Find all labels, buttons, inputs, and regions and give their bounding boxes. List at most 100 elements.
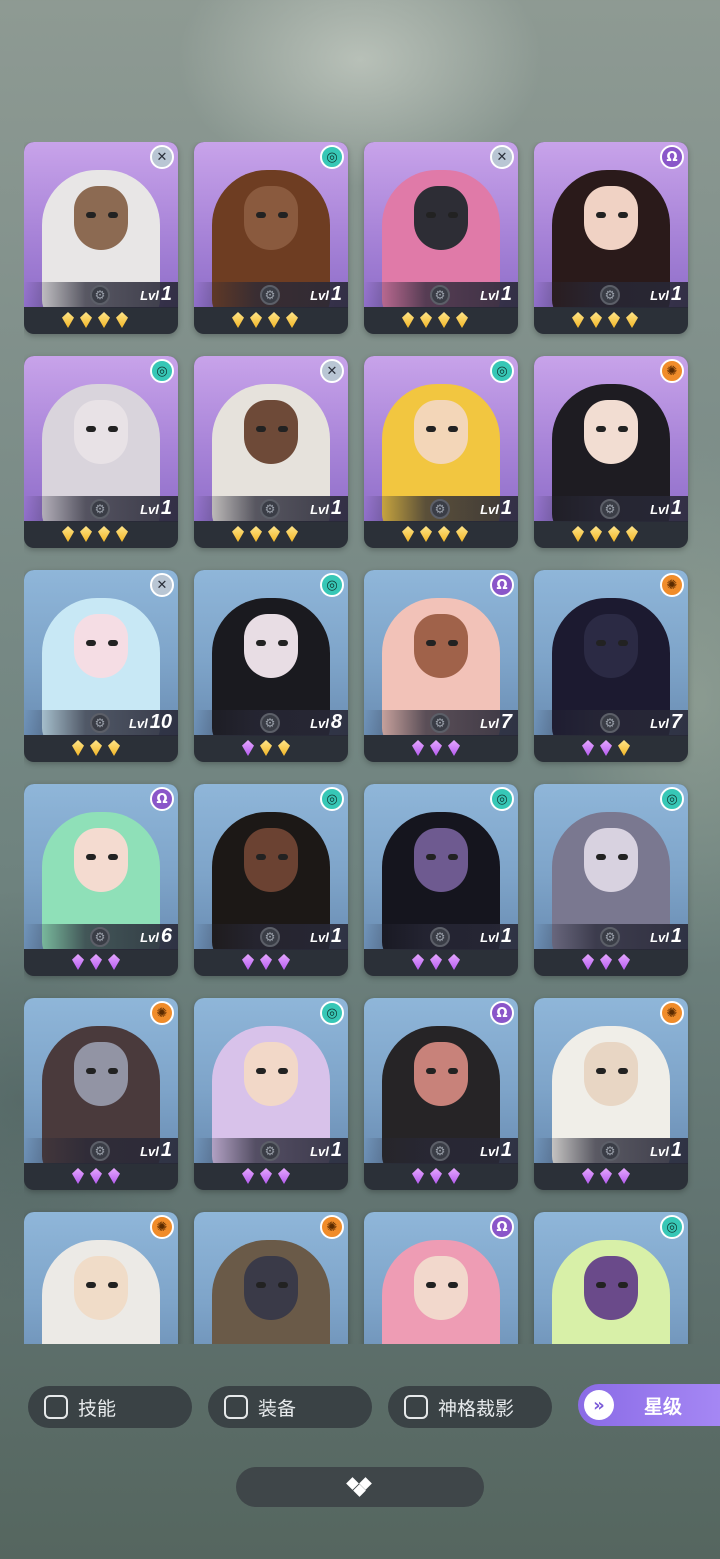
hero-eye [278, 1282, 288, 1288]
hero-card[interactable]: ✺ [194, 1212, 348, 1344]
gear-icon: ⚙ [90, 285, 110, 305]
gear-icon: ⚙ [430, 1141, 450, 1161]
hero-card[interactable]: ✕ ⚙ Lvl 10 [24, 570, 178, 762]
bottom-expand-bar[interactable] [236, 1467, 484, 1507]
star-rating [534, 1165, 688, 1187]
hero-level: Lvl 1 [650, 1139, 682, 1161]
omega-class-icon: Ω [490, 573, 514, 597]
hero-card[interactable]: ✕ ⚙ Lvl 1 [194, 356, 348, 548]
gear-icon: ⚙ [430, 713, 450, 733]
star-gem-icon [626, 312, 638, 328]
hero-eye [448, 426, 458, 432]
gear-icon: ⚙ [90, 927, 110, 947]
hero-eye [618, 426, 628, 432]
hero-face [584, 828, 638, 892]
hero-card[interactable]: ◎ ⚙ Lvl 1 [534, 784, 688, 976]
star-rating [194, 309, 348, 331]
diamond-cluster-icon [346, 1476, 374, 1498]
hero-face [414, 1042, 468, 1106]
hero-card[interactable]: ◎ ⚙ Lvl 1 [364, 356, 518, 548]
star-level-sort-button[interactable]: » 星级 [578, 1384, 720, 1426]
star-gem-icon [572, 312, 584, 328]
star-gem-icon [116, 312, 128, 328]
star-gem-icon [412, 954, 424, 970]
gear-icon: ⚙ [600, 285, 620, 305]
close-x-class-icon: ✕ [150, 573, 174, 597]
hero-eye [256, 1282, 266, 1288]
hero-card[interactable]: Ω ⚙ Lvl 6 [24, 784, 178, 976]
hero-eye [108, 426, 118, 432]
hero-card[interactable]: ◎ ⚙ Lvl 1 [364, 784, 518, 976]
hero-card[interactable]: ✺ [24, 1212, 178, 1344]
filter-equipment[interactable]: 装备 [208, 1386, 372, 1428]
checkbox-skill[interactable] [44, 1395, 68, 1419]
hero-eye [108, 640, 118, 646]
omega-class-icon: Ω [490, 1215, 514, 1239]
star-gem-icon [286, 312, 298, 328]
hero-card[interactable]: ✺ ⚙ Lvl 1 [24, 998, 178, 1190]
hero-eye [278, 212, 288, 218]
gear-icon: ⚙ [600, 927, 620, 947]
hero-level: Lvl 1 [480, 497, 512, 519]
filter-skill[interactable]: 技能 [28, 1386, 192, 1428]
star-gem-icon [62, 312, 74, 328]
hero-face [244, 1256, 298, 1320]
hero-face [74, 614, 128, 678]
hero-face [74, 186, 128, 250]
star-gem-icon [456, 312, 468, 328]
hero-face [74, 400, 128, 464]
hero-grid-viewport[interactable]: ✕ ⚙ Lvl 1 ◎ ⚙ Lvl 1 ✕ ⚙ Lvl 1 Ω ⚙ Lvl 1 ◎ ⚙ Lvl 1 ✕ ⚙ Lvl 1 ◎ ⚙ Lv… [24, 142, 696, 1344]
hero-card[interactable]: ◎ ⚙ Lvl 1 [194, 784, 348, 976]
gear-icon: ⚙ [600, 499, 620, 519]
hero-level: Lvl 1 [140, 283, 172, 305]
spiral-class-icon: ◎ [490, 787, 514, 811]
hero-eye [426, 854, 436, 860]
hero-card[interactable]: ◎ ⚙ Lvl 1 [194, 998, 348, 1190]
hero-card[interactable]: ✺ ⚙ Lvl 1 [534, 998, 688, 1190]
spiral-class-icon: ◎ [660, 787, 684, 811]
star-gem-icon [456, 526, 468, 542]
hero-card[interactable]: Ω ⚙ Lvl 1 [534, 142, 688, 334]
star-gem-icon [582, 740, 594, 756]
gear-icon: ⚙ [90, 499, 110, 519]
star-rating [364, 523, 518, 545]
checkbox-divine-projection[interactable] [404, 1395, 428, 1419]
hero-face [244, 614, 298, 678]
hero-card[interactable]: ◎ ⚙ Lvl 1 [24, 356, 178, 548]
hero-eye [596, 1068, 606, 1074]
hero-level: Lvl 7 [650, 711, 682, 733]
star-gem-icon [430, 954, 442, 970]
checkbox-equipment[interactable] [224, 1395, 248, 1419]
hero-card[interactable]: ◎ [534, 1212, 688, 1344]
hero-card[interactable]: ✺ ⚙ Lvl 1 [534, 356, 688, 548]
hero-face [244, 186, 298, 250]
gear-icon: ⚙ [90, 713, 110, 733]
hero-eye [426, 640, 436, 646]
filter-divine-projection[interactable]: 神格裁影 [388, 1386, 552, 1428]
star-gem-icon [572, 526, 584, 542]
star-gem-icon [600, 740, 612, 756]
star-rating [534, 523, 688, 545]
gear-icon: ⚙ [430, 499, 450, 519]
star-gem-icon [608, 526, 620, 542]
hero-level: Lvl 1 [480, 925, 512, 947]
star-gem-icon [618, 1168, 630, 1184]
star-gem-icon [242, 954, 254, 970]
star-gem-icon [250, 312, 262, 328]
hero-card[interactable]: ✕ ⚙ Lvl 1 [24, 142, 178, 334]
hero-face [584, 1042, 638, 1106]
hero-eye [596, 426, 606, 432]
hero-card[interactable]: ✺ ⚙ Lvl 7 [534, 570, 688, 762]
star-rating [24, 951, 178, 973]
hero-card[interactable]: Ω ⚙ Lvl 1 [364, 998, 518, 1190]
star-rating [364, 1165, 518, 1187]
hero-card[interactable]: ✕ ⚙ Lvl 1 [364, 142, 518, 334]
hero-level: Lvl 1 [650, 283, 682, 305]
hero-card[interactable]: ◎ ⚙ Lvl 1 [194, 142, 348, 334]
hero-eye [618, 854, 628, 860]
hero-card[interactable]: Ω [364, 1212, 518, 1344]
hero-card[interactable]: Ω ⚙ Lvl 7 [364, 570, 518, 762]
hero-card[interactable]: ◎ ⚙ Lvl 8 [194, 570, 348, 762]
hero-eye [86, 1068, 96, 1074]
hero-eye [256, 1068, 266, 1074]
